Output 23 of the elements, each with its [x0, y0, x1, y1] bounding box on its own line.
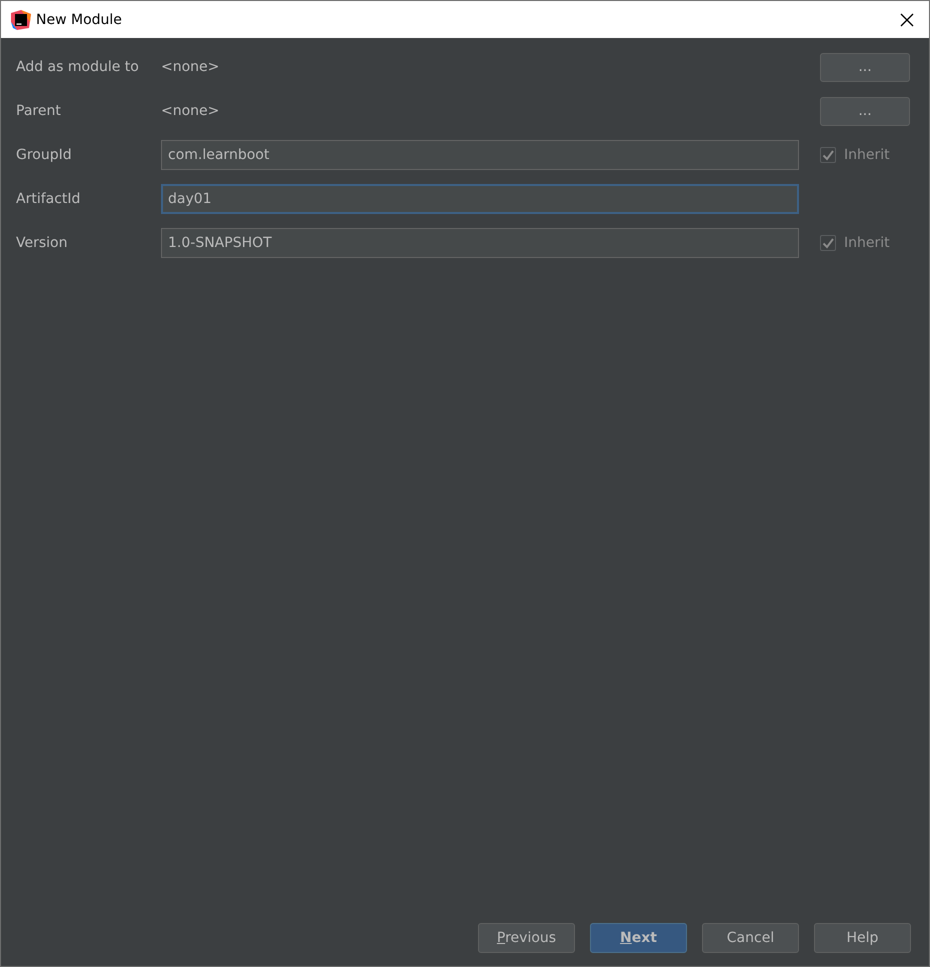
checkbox-label: Inherit [844, 147, 890, 163]
browse-button[interactable]: ... [820, 52, 910, 82]
value-text: <none> [161, 59, 220, 75]
checkbox-label: Inherit [844, 235, 890, 251]
field-label: Add as module to [16, 59, 140, 75]
app-logo-icon [11, 10, 31, 30]
window-title: New Module [36, 12, 122, 28]
dialog-button[interactable]: Help [814, 923, 911, 953]
field-label: Parent [16, 103, 62, 119]
close-icon[interactable] [900, 12, 914, 26]
input-field[interactable]: 1.0-SNAPSHOT [161, 228, 799, 258]
next-button[interactable]: Next [590, 923, 687, 953]
dialog-button[interactable]: Cancel [702, 923, 799, 953]
input-field[interactable]: com.learnboot [161, 140, 799, 170]
input-field[interactable]: day01 [161, 184, 799, 214]
field-label: Version [16, 235, 68, 251]
dialog-button[interactable]: Previous [478, 923, 575, 953]
field-label: GroupId [16, 147, 73, 163]
value-text: <none> [161, 103, 220, 119]
checkmark-icon [822, 149, 834, 161]
field-label: ArtifactId [16, 191, 82, 207]
browse-button[interactable]: ... [820, 96, 910, 126]
checkmark-icon [822, 237, 834, 249]
